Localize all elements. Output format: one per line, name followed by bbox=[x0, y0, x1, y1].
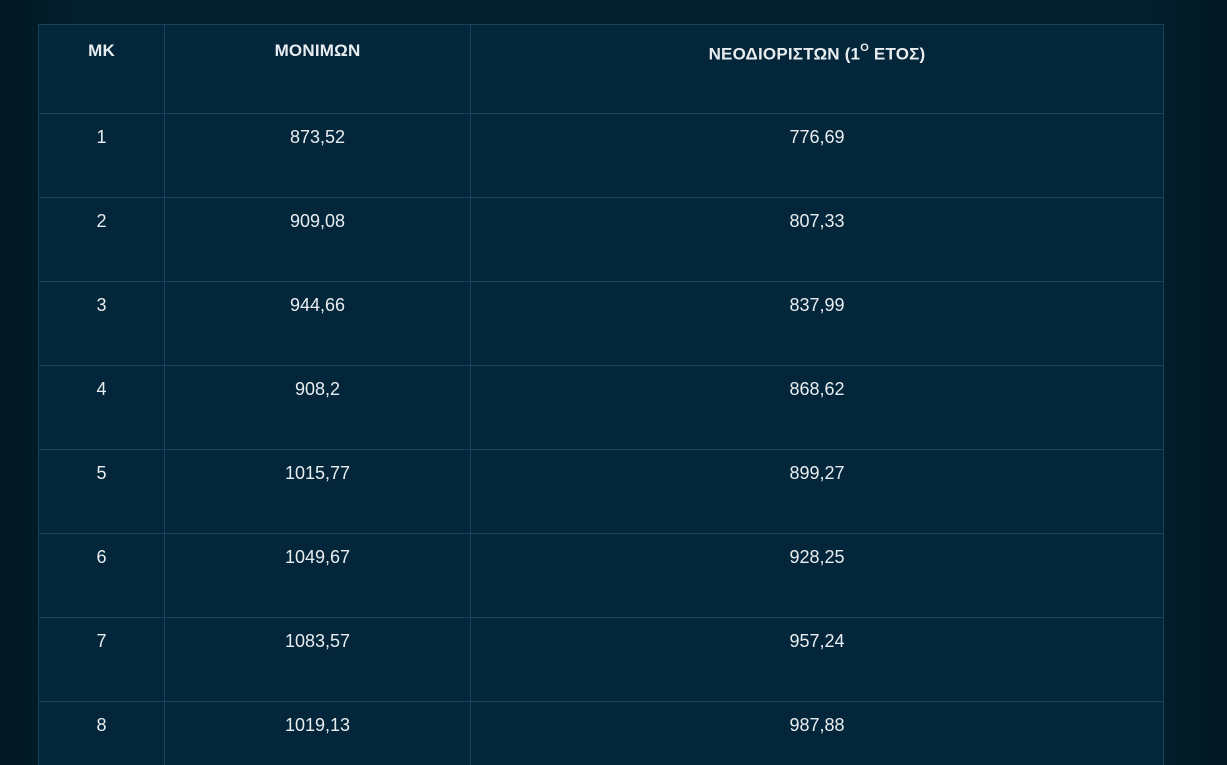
table-row: 2 909,08 807,33 bbox=[38, 197, 1164, 282]
table-body: 1 873,52 776,69 2 909,08 807,33 3 944,66… bbox=[38, 113, 1164, 765]
cell-new: 776,69 bbox=[470, 113, 1164, 198]
cell-mk: 4 bbox=[38, 365, 165, 450]
cell-permanent: 873,52 bbox=[164, 113, 471, 198]
cell-new: 928,25 bbox=[470, 533, 1164, 618]
table-row: 6 1049,67 928,25 bbox=[38, 533, 1164, 618]
table-row: 5 1015,77 899,27 bbox=[38, 449, 1164, 534]
cell-mk: 5 bbox=[38, 449, 165, 534]
salary-table: ΜΚ ΜΟΝΙΜΩΝ ΝΕΟΔΙΟΡΙΣΤΩΝ (1Ο ΕΤΟΣ) 1 873,… bbox=[38, 24, 1164, 765]
cell-mk: 8 bbox=[38, 701, 165, 765]
cell-mk: 7 bbox=[38, 617, 165, 702]
cell-mk: 1 bbox=[38, 113, 165, 198]
cell-new: 807,33 bbox=[470, 197, 1164, 282]
cell-permanent: 1015,77 bbox=[164, 449, 471, 534]
table-header: ΜΚ ΜΟΝΙΜΩΝ ΝΕΟΔΙΟΡΙΣΤΩΝ (1Ο ΕΤΟΣ) bbox=[38, 24, 1164, 114]
table-row: 8 1019,13 987,88 bbox=[38, 701, 1164, 765]
header-row: ΜΚ ΜΟΝΙΜΩΝ ΝΕΟΔΙΟΡΙΣΤΩΝ (1Ο ΕΤΟΣ) bbox=[38, 24, 1164, 114]
header-new-suffix: ΕΤΟΣ) bbox=[868, 44, 926, 64]
cell-new: 837,99 bbox=[470, 281, 1164, 366]
cell-permanent: 1049,67 bbox=[164, 533, 471, 618]
header-permanent: ΜΟΝΙΜΩΝ bbox=[164, 24, 471, 114]
header-newly-appointed: ΝΕΟΔΙΟΡΙΣΤΩΝ (1Ο ΕΤΟΣ) bbox=[470, 24, 1164, 114]
cell-new: 957,24 bbox=[470, 617, 1164, 702]
table-row: 3 944,66 837,99 bbox=[38, 281, 1164, 366]
cell-permanent: 909,08 bbox=[164, 197, 471, 282]
header-new-superscript: Ο bbox=[860, 42, 869, 54]
cell-new: 987,88 bbox=[470, 701, 1164, 765]
cell-permanent: 908,2 bbox=[164, 365, 471, 450]
header-new-prefix: ΝΕΟΔΙΟΡΙΣΤΩΝ (1 bbox=[708, 44, 861, 64]
salary-table-container: ΜΚ ΜΟΝΙΜΩΝ ΝΕΟΔΙΟΡΙΣΤΩΝ (1Ο ΕΤΟΣ) 1 873,… bbox=[38, 24, 1164, 765]
cell-mk: 2 bbox=[38, 197, 165, 282]
cell-permanent: 944,66 bbox=[164, 281, 471, 366]
cell-permanent: 1019,13 bbox=[164, 701, 471, 765]
cell-new: 868,62 bbox=[470, 365, 1164, 450]
cell-permanent: 1083,57 bbox=[164, 617, 471, 702]
header-mk: ΜΚ bbox=[38, 24, 165, 114]
table-row: 7 1083,57 957,24 bbox=[38, 617, 1164, 702]
table-row: 1 873,52 776,69 bbox=[38, 113, 1164, 198]
page: ΜΚ ΜΟΝΙΜΩΝ ΝΕΟΔΙΟΡΙΣΤΩΝ (1Ο ΕΤΟΣ) 1 873,… bbox=[0, 0, 1227, 765]
cell-new: 899,27 bbox=[470, 449, 1164, 534]
cell-mk: 3 bbox=[38, 281, 165, 366]
table-row: 4 908,2 868,62 bbox=[38, 365, 1164, 450]
cell-mk: 6 bbox=[38, 533, 165, 618]
